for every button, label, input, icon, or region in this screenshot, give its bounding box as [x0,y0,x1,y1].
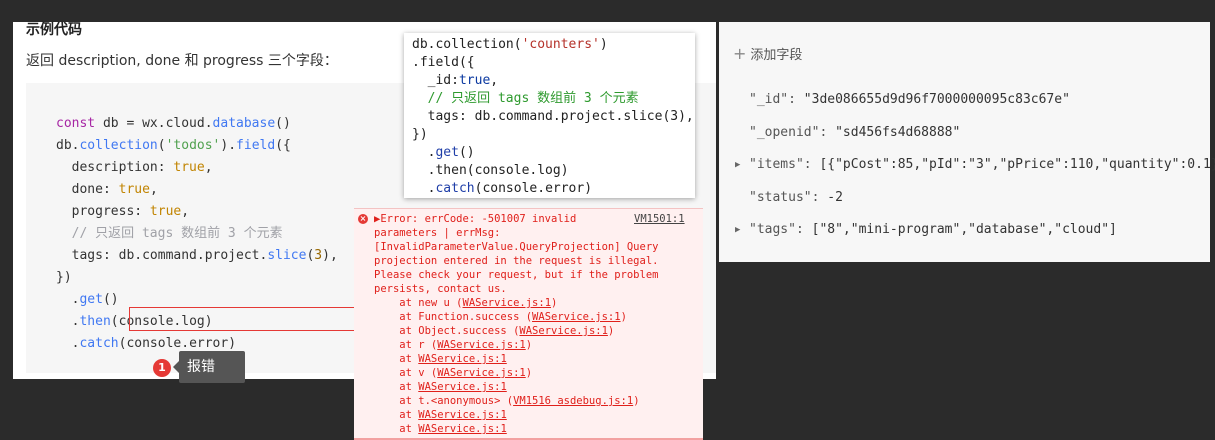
add-field-label: 添加字段 [750,48,803,63]
expand-arrow-icon[interactable]: ▶ [735,149,740,182]
field-key: "tags": [749,222,812,237]
section-description: 返回 description, done 和 progress 三个字段： [26,53,338,69]
error-message-line: persists, contact us. [374,283,507,295]
plus-icon: + [733,44,747,63]
stack-frame-link[interactable]: WAService.js:1 [418,353,507,365]
popup-code-line: db.collection('counters') [412,37,608,52]
field-value: "3de086655d9d96f7000000095c83c67e" [803,92,1070,107]
record-fields: "_id": "3de086655d9d96f7000000095c83c67e… [719,84,1215,247]
error-icon: × [358,214,368,224]
stack-frame: at new u (WAService.js:1) [374,297,558,309]
stack-frame-link[interactable]: WAService.js:1 [418,381,507,393]
code-line: db.collection('todos').field({ [56,138,291,153]
stack-frame: at r (WAService.js:1) [374,339,533,351]
record-field-row: "_openid": "sd456fs4d68888" [719,117,1215,150]
field-key: "status": [749,189,828,205]
popup-code-line: _id:true, [412,73,499,88]
error-message-line: projection entered in the request is ill… [374,255,659,267]
popup-code-line: }) [412,127,428,142]
error-highlight-box [129,307,367,331]
add-field-button[interactable]: + 添加字段 [733,44,802,63]
field-key: "items": [749,157,820,172]
stack-frame: at t.<anonymous> (VM1516 asdebug.js:1) [374,395,640,407]
stack-frame: at WAService.js:1 [374,409,507,421]
popup-code-snippet: db.collection('counters') .field({ _id:t… [404,33,695,198]
annotation-badge: 1 [153,359,171,377]
stack-frame-link[interactable]: WAService.js:1 [437,339,526,351]
database-record-panel: + 添加字段 "_id": "3de086655d9d96f7000000095c… [719,22,1215,262]
popup-code-listing: db.collection('counters') .field({ _id:t… [412,36,694,198]
stack-frame-link[interactable]: WAService.js:1 [519,325,608,337]
code-line: const db = wx.cloud.database() [56,116,291,131]
popup-code-line: tags: db.command.project.slice(3), [412,109,694,124]
field-key: "_openid": [749,124,836,140]
stack-frame: at Object.success (WAService.js:1) [374,325,615,337]
error-message-line: parameters | errMsg: [374,227,501,239]
stack-frame-link[interactable]: WAService.js:1 [532,311,621,323]
section-heading: 示例代码 [26,22,82,38]
stack-frame-link[interactable]: WAService.js:1 [463,297,552,309]
code-line: description: true, [56,160,213,175]
stack-frame: at v (WAService.js:1) [374,367,533,379]
stack-frame: at WAService.js:1 [374,353,507,365]
error-message: ▶Error: errCode: -501007 invalid paramet… [374,212,658,436]
stack-frame: at WAService.js:1 [374,381,507,393]
code-line: done: true, [56,182,158,197]
popup-code-line: // 只返回 tags 数组前 3 个元素 [412,91,639,106]
record-field-row[interactable]: ▶ "tags": ["8","mini-program","database",… [719,214,1215,247]
error-message-line: [InvalidParameterValue.QueryProjection] … [374,241,659,253]
stack-frame-link[interactable]: WAService.js:1 [418,409,507,421]
field-value: ["8","mini-program","database","cloud"] [811,222,1117,237]
stack-frame-link[interactable]: WAService.js:1 [418,423,507,435]
stack-frame: at WAService.js:1 [374,423,507,435]
popup-code-line: .catch(console.error) [412,181,593,196]
field-value: "sd456fs4d68888" [835,124,961,140]
field-value: [{"pCost":85,"pId":"3","pPrice":110,"qua… [819,157,1215,172]
popup-code-line: .then(console.log) [412,163,569,178]
code-line: .catch(console.error) [56,336,237,351]
record-field-row: "_id": "3de086655d9d96f7000000095c83c67e… [719,84,1215,117]
annotation-tooltip: 报错 [173,351,245,383]
code-line: }) [56,270,72,285]
stack-frame-link[interactable]: VM1516 asdebug.js:1 [513,395,633,407]
field-value: -2 [827,189,843,205]
code-line: tags: db.command.project.slice(3), [56,248,338,263]
expand-arrow-icon[interactable]: ▶ [735,214,740,247]
field-key: "_id": [749,92,804,107]
error-console: × VM1501:1 ▶Error: errCode: -501007 inva… [354,208,703,440]
code-line: progress: true, [56,204,190,219]
error-message-line: Please check your request, but if the pr… [374,269,659,281]
code-line: // 只返回 tags 数组前 3 个元素 [56,226,283,241]
popup-code-line: .field({ [412,55,475,70]
stack-frame: at Function.success (WAService.js:1) [374,311,627,323]
code-line: .get() [56,292,119,307]
popup-code-line: .get() [412,145,475,160]
error-message-line: ▶Error: errCode: -501007 invalid [374,213,577,225]
record-field-row[interactable]: ▶ "items": [{"pCost":85,"pId":"3","pPrice… [719,149,1215,182]
stack-frame-link[interactable]: WAService.js:1 [437,367,526,379]
record-field-row: "status": -2 [719,182,1215,215]
